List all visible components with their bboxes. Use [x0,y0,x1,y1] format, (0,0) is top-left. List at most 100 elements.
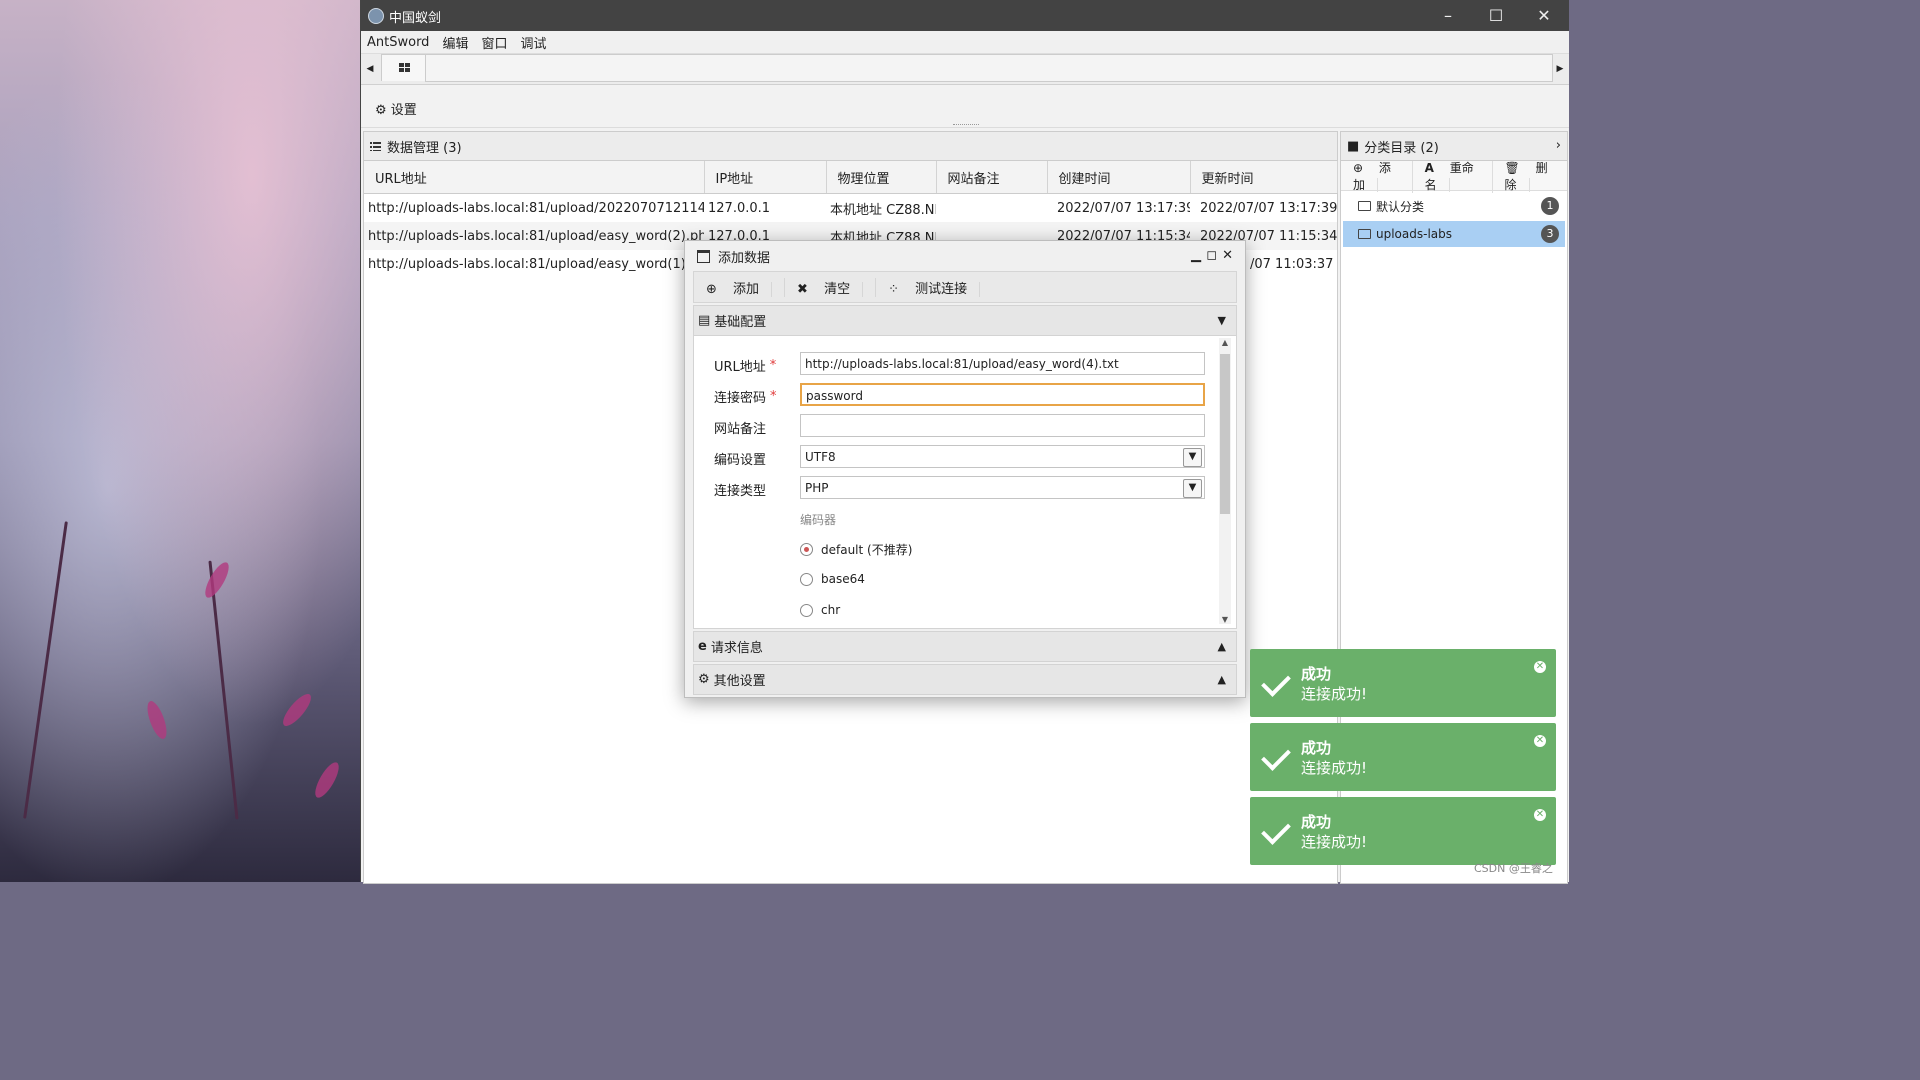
success-toast[interactable]: 成功 连接成功! ✕ [1250,649,1556,717]
category-item-uploads-labs[interactable]: uploads-labs 3 [1343,221,1565,247]
dialog-add-label: 添加 [721,281,773,297]
folder-icon [1358,229,1371,239]
category-item-default[interactable]: 默认分类 1 [1343,193,1565,219]
scroll-down-icon[interactable]: ▼ [1219,615,1231,624]
category-add-label: 添加 [1353,160,1391,192]
toast-close-icon[interactable]: ✕ [1534,809,1546,821]
note-input[interactable] [800,414,1205,437]
col-note[interactable]: 网站备注 [936,161,1048,194]
encoder-radio-default[interactable]: default (不推荐) [800,541,912,558]
wallpaper-stem [23,521,68,819]
cell-created: 2022/07/07 13:17:39 [1057,200,1190,216]
grid-icon [398,63,410,72]
wallpaper-leaf [143,698,171,742]
cell-location: 本机地址 CZ88.NET [830,202,936,218]
dialog-clear-button[interactable]: ✖ 清空 [785,277,877,297]
menu-antsword[interactable]: AntSword [367,35,429,50]
section-request-info[interactable]: e 请求信息 ▲ [693,631,1237,662]
settings-label: 设置 [390,103,417,118]
chevron-up-icon: ▲ [1217,673,1226,686]
dialog-test-label: 测试连接 [903,281,981,297]
category-panel-header: ■ 分类目录 (2) › [1341,132,1567,161]
col-location[interactable]: 物理位置 [826,161,937,194]
watermark: CSDN @王睿之 [1474,862,1553,875]
col-ip[interactable]: IP地址 [704,161,827,194]
required-mark: * [770,388,777,404]
wallpaper-leaf [278,690,316,730]
table-row[interactable]: http://uploads-labs.local:81/upload/2022… [364,194,1337,223]
category-delete-button[interactable]: 🗑 删除 [1493,159,1567,193]
encoder-label: 编码器 [800,513,837,527]
password-input[interactable]: password [800,383,1205,406]
toast-close-icon[interactable]: ✕ [1534,735,1546,747]
dialog-close-icon[interactable]: ✕ [1222,248,1233,263]
chevron-up-icon: ▲ [1217,640,1226,653]
toast-title: 成功 [1301,813,1332,831]
type-select[interactable]: PHP ▼ [800,476,1205,499]
dialog-clear-label: 清空 [812,281,864,297]
section-basic-config[interactable]: ▤ 基础配置 ▼ [693,305,1237,336]
category-rename-button[interactable]: A 重命名 [1413,158,1493,193]
antsword-logo-icon [368,8,384,24]
encoder-option-label: default (不推荐) [821,543,913,557]
url-row: URL地址 * [714,352,776,378]
tab-scroll-right-icon[interactable]: ▶ [1553,54,1567,84]
category-add-button[interactable]: ⊕ 添加 [1341,158,1413,193]
collapse-arrow-icon[interactable]: › [1556,138,1561,153]
success-toast[interactable]: 成功 连接成功! ✕ [1250,723,1556,791]
note-row: 网站备注 [714,414,766,440]
basic-config-form: URL地址 * http://uploads-labs.local:81/uplo… [693,336,1237,629]
type-label: 连接类型 [714,483,767,499]
tab-home[interactable] [381,54,427,81]
toast-title: 成功 [1301,739,1332,757]
required-mark: * [769,357,777,373]
form-scrollbar[interactable]: ▲ ▼ [1219,338,1231,624]
encoding-select[interactable]: UTF8 ▼ [800,445,1205,468]
document-icon: ▤ [698,313,711,328]
resize-grip[interactable] [953,124,979,127]
category-delete-label: 删除 [1504,160,1548,192]
toast-title: 成功 [1301,665,1332,683]
url-label: URL地址 [714,359,766,375]
col-url[interactable]: URL地址 [364,161,705,194]
menu-window[interactable]: 窗口 [481,33,507,52]
folder-icon: ■ [1347,138,1360,154]
chevron-down-icon: ▼ [1217,314,1226,327]
dialog-add-button[interactable]: ⊕ 添加 [694,277,786,297]
maximize-button[interactable]: ☐ [1473,0,1519,31]
dialog-maximize-icon[interactable]: ◻ [1206,248,1217,263]
cell-note [936,194,1047,223]
gears-icon: ⚙ [698,672,710,687]
col-created[interactable]: 创建时间 [1047,161,1191,194]
section-other-title: 其他设置 [713,674,766,689]
radio-selected-icon [800,543,813,556]
dialog-toolbar: ⊕ 添加 ✖ 清空 ⁘ 测试连接 [693,271,1237,303]
close-window-button[interactable]: ✕ [1521,0,1567,31]
dialog-test-connection-button[interactable]: ⁘ 测试连接 [876,278,992,297]
menu-debug[interactable]: 调试 [520,33,546,52]
settings-button[interactable]: ⚙ 设置 [375,99,417,118]
wallpaper-stem [208,560,239,820]
tab-strip [425,54,1553,82]
scroll-up-icon[interactable]: ▲ [1219,338,1231,347]
col-updated[interactable]: 更新时间 [1190,161,1338,194]
url-input[interactable]: http://uploads-labs.local:81/upload/easy… [800,352,1205,375]
encoding-label: 编码设置 [714,452,767,468]
minimize-button[interactable]: – [1425,0,1471,31]
menu-edit[interactable]: 编辑 [442,33,468,52]
dialog-title-bar: 添加数据 ▁ ◻ ✕ [685,241,1245,271]
toast-close-icon[interactable]: ✕ [1534,661,1546,673]
success-toast[interactable]: 成功 连接成功! ✕ [1250,797,1556,865]
encoder-radio-chr[interactable]: chr [800,603,840,617]
category-item-label: 默认分类 [1376,199,1425,214]
radio-icon [800,572,813,586]
cell-ip: 127.0.0.1 [708,200,771,216]
encoder-radio-base64[interactable]: base64 [800,572,865,586]
scrollbar-thumb[interactable] [1220,354,1230,514]
tab-scroll-left-icon[interactable]: ◀ [363,54,377,84]
settings-toolbar: ⚙ 设置 [361,85,1569,128]
cell-url: http://uploads-labs.local:81/upload/2022… [368,200,704,216]
encoding-row: 编码设置 [714,445,766,471]
dialog-minimize-icon[interactable]: ▁ [1191,248,1201,263]
section-other-settings[interactable]: ⚙ 其他设置 ▲ [693,664,1237,695]
